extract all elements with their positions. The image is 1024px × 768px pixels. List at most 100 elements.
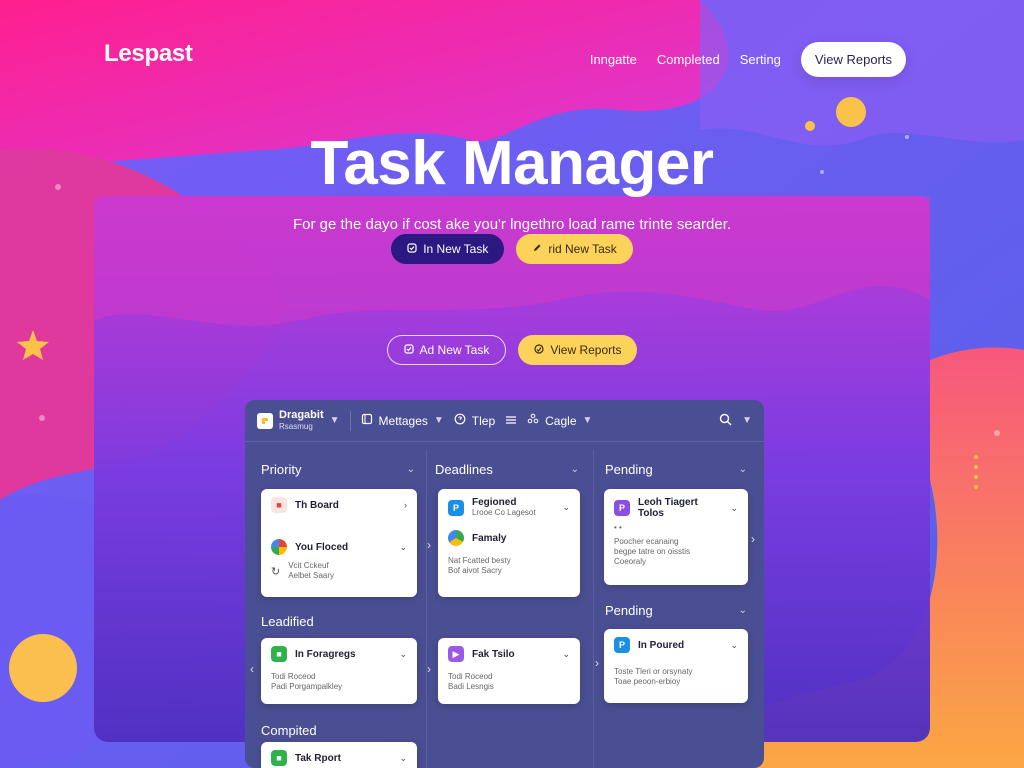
add-new-task-button[interactable]: rid New Task <box>516 234 633 264</box>
card-meta: Padi Porgampalkley <box>271 682 343 691</box>
messages-label: Mettages <box>378 413 428 428</box>
workspace-switcher[interactable]: Dragabit Rsasmug ▼ <box>257 408 340 432</box>
chevron-down-icon[interactable]: ⌄ <box>399 542 407 553</box>
logo[interactable]: Lespast <box>104 40 193 68</box>
column-completed[interactable]: Compited <box>261 723 415 738</box>
card-title: Leoh Tiagert <box>638 497 698 508</box>
column-divider <box>426 450 427 768</box>
card-row: ■ In Foragregs ⌄ <box>271 646 407 662</box>
task-card-deadlines[interactable]: P Fegioned Lrooe Co Lagesot ⌄ Famaly Nat… <box>438 489 580 597</box>
messages-menu[interactable]: Mettages ▼ <box>361 413 444 428</box>
task-icon <box>407 242 417 256</box>
column-priority[interactable]: Priority ⌄ <box>261 462 415 477</box>
menu-button[interactable] <box>505 414 517 428</box>
card-row: ▶ Fak Tsilo ⌄ <box>448 646 570 662</box>
view-reports-secondary-label: View Reports <box>550 343 622 357</box>
help-menu[interactable]: Tlep <box>454 413 495 428</box>
chevron-down-icon[interactable]: ⌄ <box>399 753 407 764</box>
card-meta: Todi Roceod <box>271 672 316 681</box>
card-dots: • • <box>614 523 622 532</box>
card-row: Famaly <box>448 530 570 546</box>
google-menu[interactable]: Cagle ▼ <box>527 413 592 428</box>
chevron-down-icon[interactable]: ⌄ <box>730 503 738 514</box>
add-new-task-label: rid New Task <box>548 242 617 256</box>
card-title: Fegioned <box>472 497 517 508</box>
card-meta: Vcit Cckeuf <box>288 561 329 570</box>
chevron-down-icon: ⌄ <box>570 464 579 475</box>
chevron-down-icon[interactable]: ⌄ <box>730 640 738 651</box>
scroll-left-arrow-icon[interactable]: ‹ <box>250 662 254 676</box>
chevron-down-icon: ⌄ <box>738 464 747 475</box>
top-nav: Inngatte Completed Serting View Reports <box>590 42 906 77</box>
column-deadlines[interactable]: Deadlines ⌄ <box>435 462 579 477</box>
chevron-down-icon[interactable]: ⌄ <box>562 502 570 513</box>
card-title: Tak Rport <box>295 752 341 764</box>
hero-subtitle: For ge the dayo if cost ake you'r lngeth… <box>292 216 732 233</box>
scroll-right-arrow-icon[interactable]: › <box>427 538 431 552</box>
card-title: In Foragregs <box>295 648 356 660</box>
column-title: Deadlines <box>435 462 493 477</box>
task-card-pending-2[interactable]: P In Poured ⌄ Toste Tleri or orsynaty To… <box>604 629 748 703</box>
nav-link-inngatte[interactable]: Inngatte <box>590 52 637 67</box>
board-toolbar: Dragabit Rsasmug ▼ Mettages ▼ Tlep Cagle… <box>245 400 764 442</box>
card-row: P In Poured ⌄ <box>614 637 738 653</box>
share-icon <box>527 413 539 428</box>
page-title: Task Manager <box>310 129 714 198</box>
drive-icon <box>448 530 464 546</box>
card-row: ■ Th Board › <box>271 497 407 513</box>
column-divider <box>593 450 594 768</box>
workspace-sub: Rsasmug <box>279 421 313 431</box>
card-meta: Nat Fcatted besty <box>448 556 511 565</box>
nav-link-serting[interactable]: Serting <box>740 52 781 67</box>
view-reports-button[interactable]: View Reports <box>800 42 906 77</box>
column-pending[interactable]: Pending ⌄ <box>605 462 747 477</box>
chat-icon: ■ <box>271 750 287 766</box>
view-reports-secondary-button[interactable]: View Reports <box>518 335 638 365</box>
scroll-right-arrow-icon[interactable]: › <box>595 656 599 670</box>
task-card-completed[interactable]: ■ Tak Rport ⌄ <box>261 742 417 768</box>
card-title: Fak Tsilo <box>472 648 515 660</box>
card-title: Famaly <box>472 532 507 544</box>
column-pending-2[interactable]: Pending ⌄ <box>605 603 747 618</box>
chevron-down-icon[interactable]: ⌄ <box>399 649 407 660</box>
p-app-icon: P <box>448 499 464 516</box>
task-card-pending[interactable]: P Leoh Tiagert Tolos ⌄ • • Poocher ecana… <box>604 489 748 585</box>
new-task-button[interactable]: In New Task <box>391 234 505 264</box>
more-button[interactable]: ▼ <box>742 415 752 426</box>
board-icon: ■ <box>271 497 287 513</box>
p-app-icon: P <box>614 637 630 653</box>
chevron-down-icon[interactable]: ⌄ <box>562 649 570 660</box>
task-card-priority[interactable]: ■ Th Board › You Floced ⌄ ↻ Vcit Cckeuf … <box>261 489 417 597</box>
help-label: Tlep <box>471 413 496 428</box>
messages-icon <box>361 413 373 428</box>
card-row: ■ Tak Rport ⌄ <box>271 750 407 766</box>
search-icon <box>719 413 732 429</box>
menu-icon <box>505 414 517 428</box>
chevron-down-icon: ⌄ <box>406 464 415 475</box>
ad-new-task-button[interactable]: Ad New Task <box>386 335 507 365</box>
scroll-right-arrow-icon[interactable]: › <box>751 532 755 546</box>
chevron-down-icon: ▼ <box>742 415 752 426</box>
column-title: Pending <box>605 462 653 477</box>
card-meta: Poocher ecanaing <box>614 537 679 546</box>
help-icon <box>454 413 466 428</box>
card-meta: Bof aivot Sacry <box>448 566 502 575</box>
workspace-name: Dragabit <box>279 408 324 421</box>
card-subtitle: Lrooe Co Lagesot <box>472 508 536 517</box>
card-title: Tolos <box>638 508 664 519</box>
column-leadified[interactable]: Leadified <box>261 614 415 629</box>
card-meta: Toste Tleri or orsynaty <box>614 667 693 676</box>
search-button[interactable] <box>719 413 732 429</box>
google-label: Cagle <box>545 413 577 428</box>
column-title: Compited <box>261 723 317 738</box>
card-meta: Aelbet Saary <box>288 571 335 580</box>
task-card-fak[interactable]: ▶ Fak Tsilo ⌄ Todi Roceod Badi Lesngis <box>438 638 580 704</box>
scroll-right-arrow-icon[interactable]: › <box>427 662 431 676</box>
more-icon[interactable]: › <box>404 500 407 510</box>
task-card-leadified[interactable]: ■ In Foragregs ⌄ Todi Roceod Padi Porgam… <box>261 638 417 704</box>
nav-link-completed[interactable]: Completed <box>657 52 720 67</box>
card-title: Th Board <box>295 499 339 511</box>
chat-icon: ■ <box>271 646 287 662</box>
workspace-icon <box>257 412 273 429</box>
column-title: Leadified <box>261 614 314 629</box>
